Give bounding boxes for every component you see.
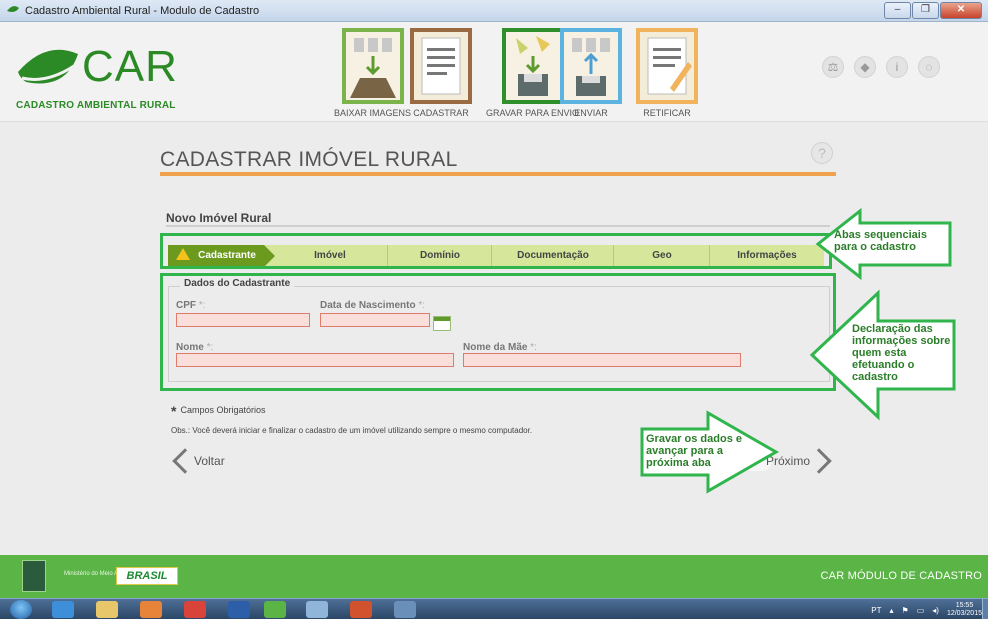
help-icon[interactable]: ?	[811, 142, 833, 164]
clock[interactable]: 15:55 12/03/2015	[947, 602, 982, 618]
maximize-button[interactable]: ❐	[912, 2, 939, 19]
logo-subtitle: CADASTRO AMBIENTAL RURAL	[16, 100, 176, 111]
leaf-logo-icon	[18, 49, 78, 84]
form-highlight-box	[160, 273, 836, 391]
annotation-form-text: Declaração das informações sobre quem es…	[852, 323, 951, 383]
title-divider	[160, 172, 836, 176]
required-note: * Campos Obrigatórios	[171, 403, 266, 419]
network-icon[interactable]: ▭	[917, 606, 925, 615]
paint-icon[interactable]	[306, 601, 328, 618]
window-icon[interactable]	[394, 601, 416, 618]
info-icon[interactable]: i	[886, 56, 908, 78]
nav-retificar[interactable]: RETIFICAR	[636, 28, 698, 118]
section-divider	[166, 225, 830, 227]
close-button[interactable]: ✕	[940, 2, 982, 19]
minimize-button[interactable]: –	[884, 2, 911, 19]
powerpoint-icon[interactable]	[350, 601, 372, 618]
app-header: CAR CADASTRO AMBIENTAL RURAL BAIXAR IMAG…	[0, 22, 988, 122]
start-button[interactable]	[10, 600, 32, 619]
upload-icon	[572, 38, 610, 96]
logo-brand-text: CAR	[82, 42, 178, 91]
tabs-highlight-box	[160, 233, 832, 269]
car-taskbar-icon[interactable]	[264, 601, 286, 618]
sync-icon[interactable]: ◌	[918, 56, 940, 78]
main-content: CADASTRAR IMÓVEL RURAL ? Novo Imóvel Rur…	[0, 123, 988, 555]
language-indicator[interactable]: PT	[871, 606, 881, 615]
explorer-icon[interactable]	[96, 601, 118, 618]
app-footer: Ministério do Meio Ambiente BRASIL CAR M…	[0, 555, 988, 598]
nav-cadastrar[interactable]: CADASTRAR	[410, 28, 472, 118]
car-app-icon	[7, 6, 19, 12]
nav-enviar-label: ENVIAR	[574, 108, 608, 118]
ie-icon[interactable]	[52, 601, 74, 618]
show-desktop-button[interactable]	[982, 599, 988, 619]
brasil-logo: BRASIL	[116, 567, 178, 585]
section-title: Novo Imóvel Rural	[166, 211, 272, 225]
back-button[interactable]: Voltar	[168, 441, 225, 481]
nav-enviar[interactable]: ENVIAR	[560, 28, 622, 118]
download-images-icon	[349, 38, 396, 98]
module-name: CAR MÓDULO DE CADASTRO	[820, 570, 982, 582]
system-tray: PT ▴ ⚑ ▭ ◂) 15:55 12/03/2015	[871, 602, 982, 618]
chevron-left-icon	[172, 448, 198, 474]
flag-icon[interactable]: ⚑	[902, 606, 909, 615]
obs-note: Obs.: Você deverá iniciar e finalizar o …	[171, 426, 533, 435]
chrome-icon[interactable]	[184, 601, 206, 618]
nav-retificar-label: RETIFICAR	[643, 108, 691, 118]
media-player-icon[interactable]	[140, 601, 162, 618]
nav-baixar-imagens[interactable]: BAIXAR IMAGENS	[334, 28, 411, 118]
nav-cadastrar-label: CADASTRAR	[413, 108, 469, 118]
save-disk-icon	[515, 36, 550, 96]
edit-document-icon	[647, 37, 692, 95]
car-logo[interactable]: CAR CADASTRO AMBIENTAL RURAL	[16, 42, 178, 124]
book-icon[interactable]: ◆	[854, 56, 876, 78]
nav-baixar-label: BAIXAR IMAGENS	[334, 108, 412, 118]
scale-icon[interactable]: ⚖	[822, 56, 844, 78]
annotation-next-text: Gravar os dados e avançar para a próxima…	[646, 433, 742, 469]
annotation-tabs-text: Abas sequenciais para o cadastro	[834, 229, 927, 253]
ibama-logo	[22, 560, 46, 592]
window-titlebar: Cadastro Ambiental Rural - Modulo de Cad…	[0, 0, 988, 22]
volume-icon[interactable]: ◂)	[932, 606, 939, 615]
chevron-right-icon	[806, 448, 832, 474]
page-title: CADASTRAR IMÓVEL RURAL	[160, 148, 458, 171]
tray-arrow-icon[interactable]: ▴	[890, 606, 894, 615]
window-title: Cadastro Ambiental Rural - Modulo de Cad…	[25, 5, 260, 17]
document-icon	[421, 37, 461, 95]
word-icon[interactable]	[228, 601, 250, 618]
windows-taskbar: PT ▴ ⚑ ▭ ◂) 15:55 12/03/2015	[0, 598, 988, 619]
